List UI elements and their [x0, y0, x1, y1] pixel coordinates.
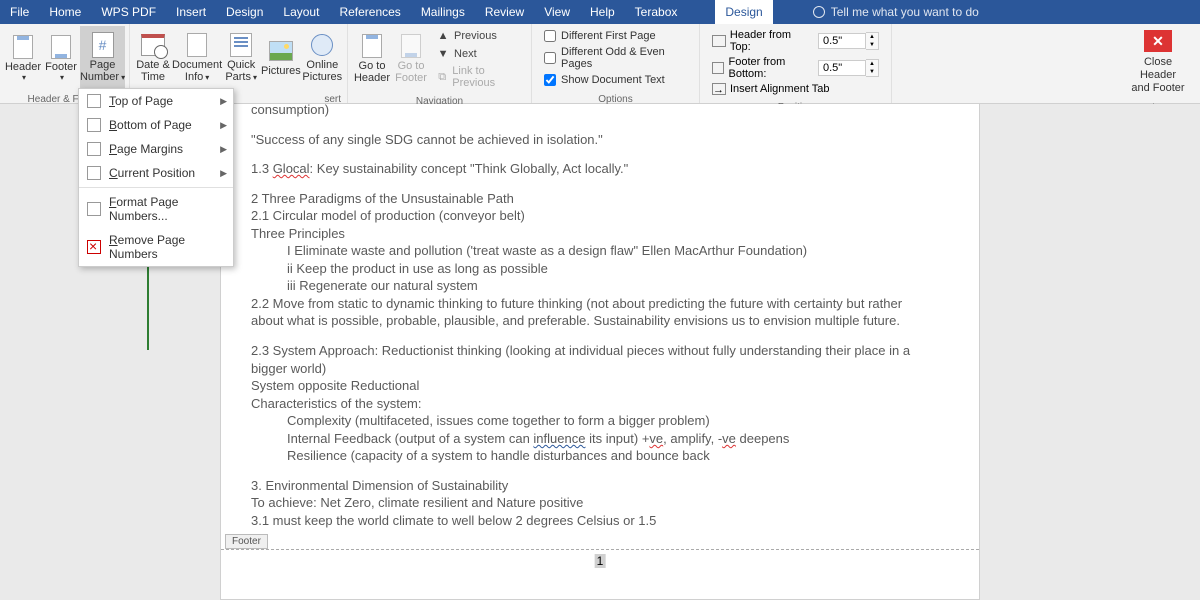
menu-format-page-numbers[interactable]: Format Page Numbers... — [79, 190, 233, 228]
document-info-icon — [187, 33, 207, 57]
tab-contextual-design[interactable]: Design — [715, 0, 772, 24]
previous-button[interactable]: ▲Previous — [434, 28, 523, 44]
link-icon: ⧉ — [436, 70, 448, 84]
current-position-icon — [87, 166, 101, 180]
lightbulb-icon — [813, 6, 825, 18]
tab-review[interactable]: Review — [475, 0, 534, 24]
different-odd-even-checkbox[interactable]: Different Odd & Even Pages — [544, 46, 687, 70]
document-content: consumption) "Success of any single SDG … — [221, 104, 979, 539]
header-top-icon — [712, 35, 726, 47]
tab-home[interactable]: Home — [39, 0, 91, 24]
chevron-right-icon: ▶ — [220, 144, 227, 155]
goto-footer-icon — [401, 34, 421, 58]
menu-remove-page-numbers[interactable]: Remove Page Numbers — [79, 228, 233, 266]
page-number-icon: # — [92, 32, 114, 58]
header-from-top-input[interactable]: 0.5"▲▼ — [818, 32, 879, 50]
header-from-top-row: Header from Top: 0.5"▲▼ — [712, 29, 879, 53]
menubar: File Home WPS PDF Insert Design Layout R… — [0, 0, 1200, 24]
tell-me-placeholder: Tell me what you want to do — [831, 5, 979, 19]
alignment-tab-icon: → — [712, 83, 726, 95]
header-icon — [13, 35, 33, 59]
show-document-text-checkbox[interactable]: Show Document Text — [544, 74, 687, 86]
header-button[interactable]: Header ▾ — [4, 26, 42, 90]
menu-top-of-page[interactable]: Top of Page▶ — [79, 89, 233, 113]
globe-icon — [311, 34, 333, 56]
insert-alignment-tab-button[interactable]: → Insert Alignment Tab — [712, 83, 879, 95]
top-of-page-icon — [87, 94, 101, 108]
tab-layout[interactable]: Layout — [273, 0, 329, 24]
pictures-icon — [269, 41, 293, 61]
footer-icon — [51, 35, 71, 59]
tab-help[interactable]: Help — [580, 0, 625, 24]
quick-parts-icon — [230, 33, 252, 57]
tab-mailings[interactable]: Mailings — [411, 0, 475, 24]
goto-footer-button[interactable]: Go to Footer — [392, 27, 430, 91]
format-numbers-icon — [87, 202, 101, 216]
chevron-right-icon: ▶ — [220, 120, 227, 131]
tab-wpspdf[interactable]: WPS PDF — [91, 0, 166, 24]
tab-view[interactable]: View — [534, 0, 580, 24]
online-pictures-button[interactable]: Online Pictures — [302, 26, 343, 90]
menu-bottom-of-page[interactable]: Bottom of Page▶ — [79, 113, 233, 137]
clock-icon — [154, 45, 168, 59]
menu-current-position[interactable]: Current Position▶ — [79, 161, 233, 185]
footer-from-bottom-input[interactable]: 0.5"▲▼ — [818, 59, 879, 77]
document-info-button[interactable]: Document Info▾ — [172, 26, 222, 90]
footer-bottom-icon — [712, 62, 724, 74]
next-icon: ▼ — [436, 47, 450, 61]
tab-design[interactable]: Design — [216, 0, 273, 24]
footer-from-bottom-row: Footer from Bottom: 0.5"▲▼ — [712, 56, 879, 80]
goto-header-icon — [362, 34, 382, 58]
tell-me-search[interactable]: Tell me what you want to do — [801, 5, 1200, 19]
pictures-button[interactable]: Pictures — [260, 26, 301, 90]
tab-file[interactable]: File — [0, 0, 39, 24]
page-margins-icon — [87, 142, 101, 156]
footer-zone[interactable]: Footer 1 — [221, 549, 979, 577]
menu-page-margins[interactable]: Page Margins▶ — [79, 137, 233, 161]
previous-icon: ▲ — [436, 29, 450, 43]
tab-references[interactable]: References — [329, 0, 410, 24]
link-previous-button: ⧉Link to Previous — [434, 64, 523, 90]
remove-numbers-icon — [87, 240, 101, 254]
chevron-right-icon: ▶ — [220, 168, 227, 179]
date-time-button[interactable]: Date & Time — [134, 26, 172, 90]
different-first-page-checkbox[interactable]: Different First Page — [544, 30, 687, 42]
footer-tab-label: Footer — [225, 534, 268, 549]
page-number-button[interactable]: # Page Number▾ — [80, 26, 125, 90]
chevron-right-icon: ▶ — [220, 96, 227, 107]
document-page[interactable]: consumption) "Success of any single SDG … — [220, 104, 980, 600]
quick-parts-button[interactable]: Quick Parts▾ — [222, 26, 260, 90]
page-number-dropdown: Top of Page▶ Bottom of Page▶ Page Margin… — [78, 88, 234, 267]
footer-page-number[interactable]: 1 — [595, 554, 606, 568]
tab-terabox[interactable]: Terabox — [625, 0, 688, 24]
close-header-footer-button[interactable]: ✕ Close Headerand Footer — [1120, 26, 1196, 99]
bottom-of-page-icon — [87, 118, 101, 132]
tab-insert[interactable]: Insert — [166, 0, 216, 24]
footer-button[interactable]: Footer ▾ — [42, 26, 80, 90]
goto-header-button[interactable]: Go to Header — [352, 27, 392, 91]
calendar-icon — [141, 34, 165, 56]
close-icon: ✕ — [1144, 30, 1172, 52]
next-button[interactable]: ▼Next — [434, 46, 523, 62]
